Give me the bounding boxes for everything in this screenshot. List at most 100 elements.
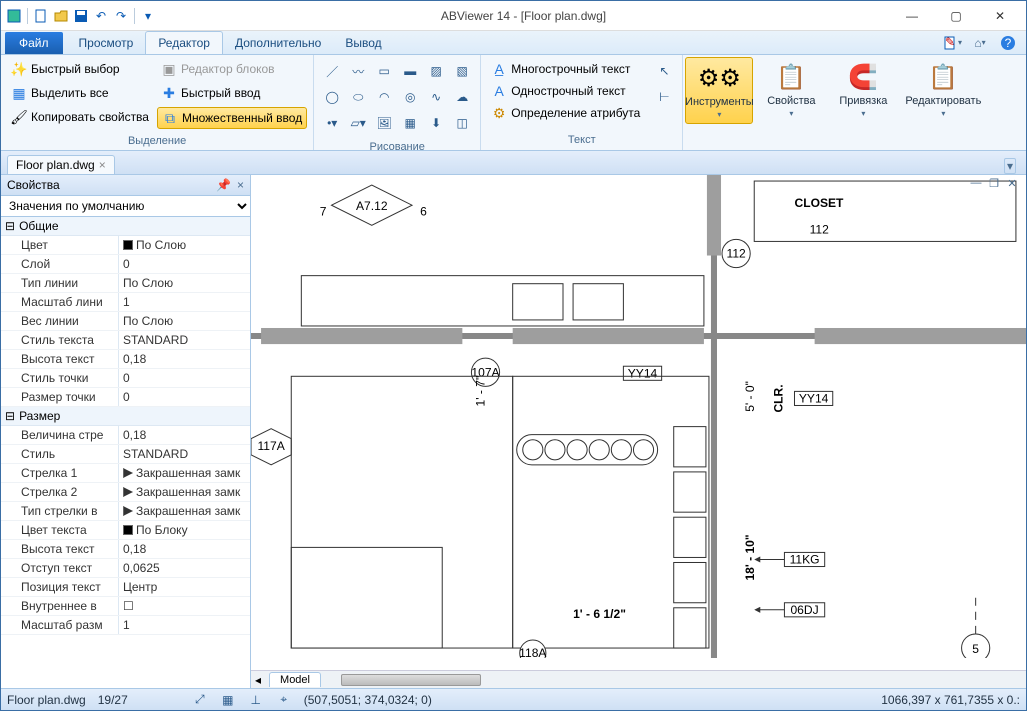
- snap-status-icon[interactable]: ⌖: [276, 692, 292, 708]
- multi-input-button[interactable]: ⧉Множественный ввод: [157, 107, 307, 129]
- property-row[interactable]: Высота текст0,18: [1, 540, 250, 559]
- mdi-minimize-icon[interactable]: —: [968, 175, 984, 191]
- tab-view[interactable]: Просмотр: [67, 31, 146, 54]
- quick-select-button[interactable]: ✨Быстрый выбор: [7, 59, 153, 79]
- multiline-text-button[interactable]: A̲Многострочный текст: [487, 59, 644, 79]
- image-icon[interactable]: 🖼: [372, 111, 396, 135]
- copy-properties-button[interactable]: 🖌Копировать свойства: [7, 107, 153, 127]
- line-icon[interactable]: ／: [320, 59, 344, 83]
- tabs-menu-icon[interactable]: ▾: [1004, 158, 1016, 174]
- category-dimension[interactable]: ⊟Размер: [1, 407, 250, 426]
- property-value[interactable]: ☐: [119, 597, 250, 615]
- attribute-def-button[interactable]: ⚙Определение атрибута: [487, 103, 644, 123]
- property-row[interactable]: Отступ текст0,0625: [1, 559, 250, 578]
- tab-editor[interactable]: Редактор: [145, 31, 223, 54]
- property-value[interactable]: 1: [119, 293, 250, 311]
- property-value[interactable]: 0,18: [119, 540, 250, 558]
- tab-output[interactable]: Вывод: [333, 31, 393, 54]
- property-value[interactable]: STANDARD: [119, 445, 250, 463]
- maximize-button[interactable]: ▢: [934, 2, 978, 30]
- property-row[interactable]: Величина стре0,18: [1, 426, 250, 445]
- category-common[interactable]: ⊟Общие: [1, 217, 250, 236]
- property-row[interactable]: Размер точки0: [1, 388, 250, 407]
- quick-input-button[interactable]: ✚Быстрый ввод: [157, 83, 307, 103]
- file-menu[interactable]: Файл: [5, 32, 63, 54]
- leader-icon[interactable]: ↖: [652, 59, 676, 83]
- undo-icon[interactable]: ↶: [92, 7, 110, 25]
- tools-button[interactable]: ⚙⚙Инструменты▾: [685, 57, 753, 124]
- block-editor-button[interactable]: ▣Редактор блоков: [157, 59, 307, 79]
- properties-button[interactable]: 📋Свойства▾: [757, 57, 825, 122]
- help-icon[interactable]: ?: [998, 33, 1018, 53]
- property-row[interactable]: Масштаб разм1: [1, 616, 250, 635]
- property-row[interactable]: Масштаб лини1: [1, 293, 250, 312]
- property-row[interactable]: Вес линииПо Слою: [1, 312, 250, 331]
- property-value[interactable]: 0: [119, 388, 250, 406]
- property-row[interactable]: СтильSTANDARD: [1, 445, 250, 464]
- qat-dropdown-icon[interactable]: ▾: [139, 7, 157, 25]
- property-value[interactable]: 0: [119, 255, 250, 273]
- property-value[interactable]: 0,18: [119, 426, 250, 444]
- horizontal-scrollbar[interactable]: ◂ Model: [251, 670, 1026, 688]
- property-value[interactable]: По Слою: [119, 274, 250, 292]
- polyline-icon[interactable]: 〰: [346, 59, 370, 83]
- rect-icon[interactable]: ▭: [372, 59, 396, 83]
- zoom-extent-icon[interactable]: ⤢: [192, 692, 208, 708]
- table-icon[interactable]: ▦: [398, 111, 422, 135]
- property-row[interactable]: Стиль точки0: [1, 369, 250, 388]
- redo-icon[interactable]: ↷: [112, 7, 130, 25]
- new-doc-icon[interactable]: ✎▾: [942, 33, 962, 53]
- model-tab[interactable]: Model: [269, 672, 321, 687]
- property-row[interactable]: Цвет текстаПо Блоку: [1, 521, 250, 540]
- drawing-canvas[interactable]: CLOSET 112 112 A7.12 7 6 YY14 YY14 5' - …: [251, 175, 1026, 670]
- property-row[interactable]: Внутреннее в☐: [1, 597, 250, 616]
- property-row[interactable]: Тип стрелки вЗакрашенная замк: [1, 502, 250, 521]
- property-row[interactable]: Высота текст0,18: [1, 350, 250, 369]
- sheet-nav-prev-icon[interactable]: ◂: [251, 673, 265, 687]
- app-icon[interactable]: [5, 7, 23, 25]
- donut-icon[interactable]: ◎: [398, 85, 422, 109]
- property-value[interactable]: Закрашенная замк: [119, 502, 250, 520]
- new-icon[interactable]: [32, 7, 50, 25]
- document-tab[interactable]: Floor plan.dwg×: [7, 155, 115, 174]
- property-value[interactable]: 0,0625: [119, 559, 250, 577]
- property-row[interactable]: Слой0: [1, 255, 250, 274]
- property-value[interactable]: По Блоку: [119, 521, 250, 539]
- property-value[interactable]: По Слою: [119, 312, 250, 330]
- mdi-close-icon[interactable]: ✕: [1004, 175, 1020, 191]
- property-value[interactable]: Центр: [119, 578, 250, 596]
- minimize-button[interactable]: —: [890, 2, 934, 30]
- edit-button[interactable]: 📋Редактировать▾: [901, 57, 985, 122]
- wipeout-icon[interactable]: ▱▾: [346, 111, 370, 135]
- property-row[interactable]: Стиль текстаSTANDARD: [1, 331, 250, 350]
- snap-button[interactable]: 🧲Привязка▾: [829, 57, 897, 122]
- property-value[interactable]: 1: [119, 616, 250, 634]
- property-row[interactable]: Тип линииПо Слою: [1, 274, 250, 293]
- grid-icon[interactable]: ▦: [220, 692, 236, 708]
- property-row[interactable]: Стрелка 2Закрашенная замк: [1, 483, 250, 502]
- mdi-restore-icon[interactable]: ❐: [986, 175, 1002, 191]
- scroll-thumb[interactable]: [341, 674, 481, 686]
- cloud-icon[interactable]: ☁: [450, 85, 474, 109]
- panel-close-icon[interactable]: ×: [237, 178, 244, 192]
- circle-icon[interactable]: ◯: [320, 85, 344, 109]
- property-value[interactable]: 0: [119, 369, 250, 387]
- arc-icon[interactable]: ◠: [372, 85, 396, 109]
- select-all-button[interactable]: ▦Выделить все: [7, 83, 153, 103]
- close-button[interactable]: ✕: [978, 2, 1022, 30]
- save-icon[interactable]: [72, 7, 90, 25]
- open-icon[interactable]: [52, 7, 70, 25]
- home-icon[interactable]: ⌂▾: [970, 33, 990, 53]
- property-row[interactable]: Стрелка 1Закрашенная замк: [1, 464, 250, 483]
- tab-close-icon[interactable]: ×: [99, 158, 106, 172]
- viewport-icon[interactable]: ◫: [450, 111, 474, 135]
- dimension-icon[interactable]: ⊢: [652, 85, 676, 109]
- properties-grid[interactable]: ⊟Общие ЦветПо СлоюСлой0Тип линииПо СлоюМ…: [1, 217, 250, 688]
- properties-filter[interactable]: Значения по умолчанию: [1, 196, 250, 217]
- hatch-icon[interactable]: ▨: [424, 59, 448, 83]
- ortho-icon[interactable]: ⊥: [248, 692, 264, 708]
- spline-icon[interactable]: ∿: [424, 85, 448, 109]
- region-icon[interactable]: ▧: [450, 59, 474, 83]
- singleline-text-button[interactable]: AОднострочный текст: [487, 81, 644, 101]
- property-row[interactable]: ЦветПо Слою: [1, 236, 250, 255]
